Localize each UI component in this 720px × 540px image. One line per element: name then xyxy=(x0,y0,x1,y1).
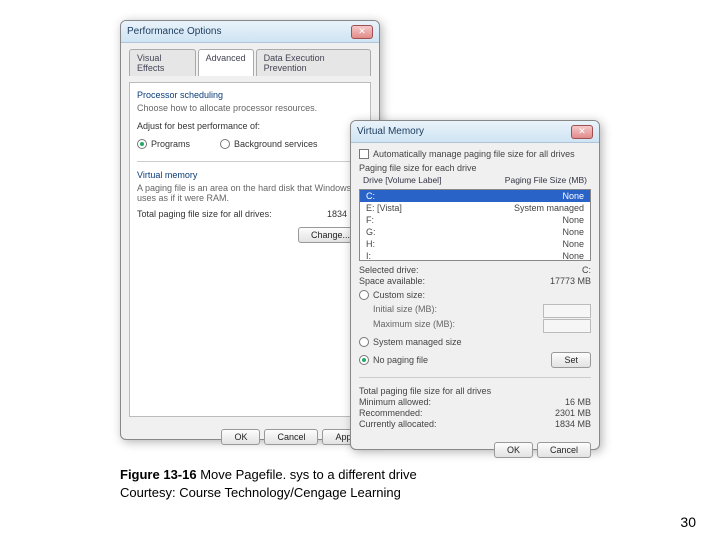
cancel-button[interactable]: Cancel xyxy=(537,442,591,458)
list-item[interactable]: G: None xyxy=(360,226,590,238)
radio-programs[interactable]: Programs xyxy=(137,139,190,149)
radio-system-managed[interactable]: System managed size xyxy=(359,337,591,347)
recommended-value: 2301 MB xyxy=(555,408,591,418)
advanced-panel: Processor scheduling Choose how to alloc… xyxy=(129,82,371,417)
radio-icon xyxy=(359,337,369,347)
totals-heading: Total paging file size for all drives xyxy=(359,386,591,396)
radio-icon xyxy=(359,355,369,365)
currently-allocated-value: 1834 MB xyxy=(555,419,591,429)
figure-number: Figure 13-16 xyxy=(120,467,197,482)
selected-drive-label: Selected drive: xyxy=(359,265,419,275)
radio-background-services[interactable]: Background services xyxy=(220,139,318,149)
virtual-memory-dialog: Virtual Memory ✕ Automatically manage pa… xyxy=(350,120,600,450)
adjust-label: Adjust for best performance of: xyxy=(137,121,363,131)
processor-scheduling-heading: Processor scheduling xyxy=(137,90,363,100)
list-item[interactable]: F: None xyxy=(360,214,590,226)
titlebar-vm: Virtual Memory ✕ xyxy=(351,121,599,143)
initial-size-input[interactable] xyxy=(543,304,591,318)
list-item[interactable]: E: [Vista] System managed xyxy=(360,202,590,214)
system-managed-label: System managed size xyxy=(373,337,462,347)
max-size-label: Maximum size (MB): xyxy=(373,319,455,333)
cancel-button[interactable]: Cancel xyxy=(264,429,318,445)
min-allowed-value: 16 MB xyxy=(565,397,591,407)
titlebar-perf: Performance Options ✕ xyxy=(121,21,379,43)
auto-manage-checkbox[interactable]: Automatically manage paging file size fo… xyxy=(359,149,591,159)
selected-drive-value: C: xyxy=(582,265,591,275)
performance-options-dialog: Performance Options ✕ Visual Effects Adv… xyxy=(120,20,380,440)
figure-caption: Figure 13-16 Move Pagefile. sys to a dif… xyxy=(120,466,560,501)
dialog-buttons: OK Cancel Apply xyxy=(121,423,379,451)
max-size-input[interactable] xyxy=(543,319,591,333)
recommended-label: Recommended: xyxy=(359,408,423,418)
radio-icon xyxy=(359,290,369,300)
titlebar-title: Performance Options xyxy=(127,26,222,37)
space-available-label: Space available: xyxy=(359,276,425,286)
no-paging-label: No paging file xyxy=(373,355,428,365)
radio-bg-label: Background services xyxy=(234,139,318,149)
figure-credit: Courtesy: Course Technology/Cengage Lear… xyxy=(120,485,401,500)
dialog-buttons: OK Cancel xyxy=(351,436,599,464)
currently-allocated-label: Currently allocated: xyxy=(359,419,437,429)
virtual-memory-heading: Virtual memory xyxy=(137,170,363,180)
checkbox-icon xyxy=(359,149,369,159)
figure-area: Performance Options ✕ Visual Effects Adv… xyxy=(120,20,620,460)
custom-size-label: Custom size: xyxy=(373,290,425,300)
drive-list-header: Drive [Volume Label] Paging File Size (M… xyxy=(359,173,591,187)
page-number: 30 xyxy=(680,514,696,530)
close-icon[interactable]: ✕ xyxy=(351,25,373,39)
min-allowed-label: Minimum allowed: xyxy=(359,397,431,407)
tab-visual-effects[interactable]: Visual Effects xyxy=(129,49,196,76)
radio-no-paging-file[interactable]: No paging file xyxy=(359,355,428,365)
drive-list[interactable]: C: None E: [Vista] System managed F: Non… xyxy=(359,189,591,261)
tab-advanced[interactable]: Advanced xyxy=(198,49,254,76)
figure-title: Move Pagefile. sys to a different drive xyxy=(197,467,417,482)
pf-size-label: Paging file size for each drive xyxy=(359,163,591,173)
ok-button[interactable]: OK xyxy=(221,429,260,445)
total-pf-label: Total paging file size for all drives: xyxy=(137,209,272,219)
initial-size-label: Initial size (MB): xyxy=(373,304,437,318)
auto-manage-label: Automatically manage paging file size fo… xyxy=(373,149,575,159)
virtual-memory-desc: A paging file is an area on the hard dis… xyxy=(137,183,363,203)
list-item[interactable]: C: None xyxy=(360,190,590,202)
hdr-drive: Drive [Volume Label] xyxy=(363,175,441,185)
hdr-size: Paging File Size (MB) xyxy=(505,175,587,185)
ok-button[interactable]: OK xyxy=(494,442,533,458)
radio-programs-label: Programs xyxy=(151,139,190,149)
radio-icon xyxy=(220,139,230,149)
radio-icon xyxy=(137,139,147,149)
space-available-value: 17773 MB xyxy=(550,276,591,286)
list-item[interactable]: H: None xyxy=(360,238,590,250)
radio-custom-size[interactable]: Custom size: xyxy=(359,290,591,300)
tab-dep[interactable]: Data Execution Prevention xyxy=(256,49,371,76)
list-item[interactable]: I: None xyxy=(360,250,590,261)
processor-scheduling-desc: Choose how to allocate processor resourc… xyxy=(137,103,363,113)
set-button[interactable]: Set xyxy=(551,352,591,368)
titlebar-title: Virtual Memory xyxy=(357,126,424,137)
close-icon[interactable]: ✕ xyxy=(571,125,593,139)
tabs: Visual Effects Advanced Data Execution P… xyxy=(129,49,371,76)
